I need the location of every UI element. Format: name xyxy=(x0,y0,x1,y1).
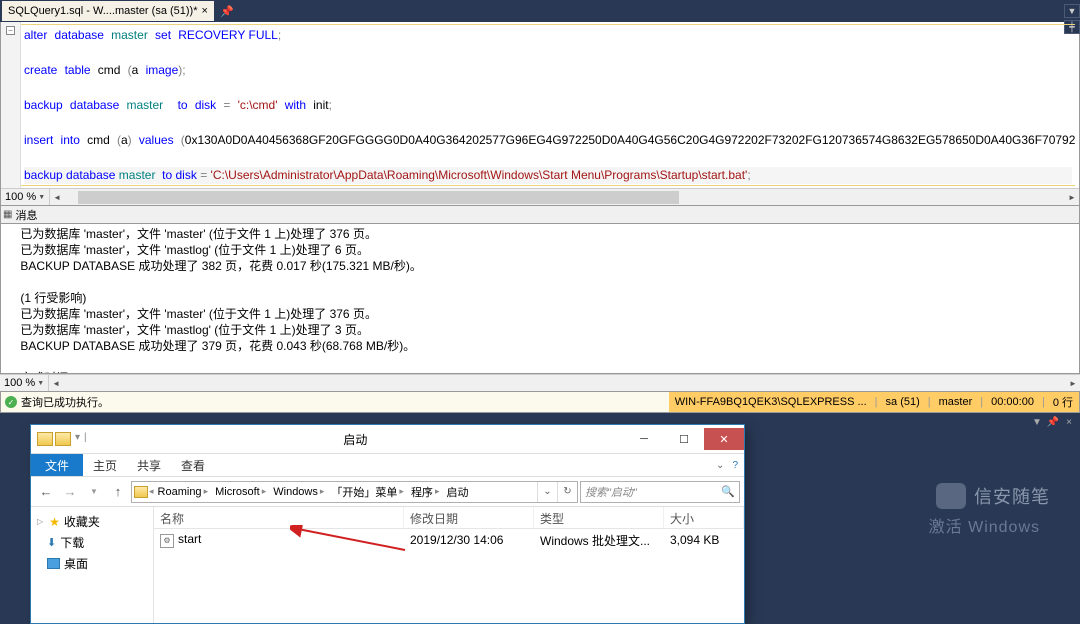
pin-icon[interactable]: 📌 xyxy=(220,5,234,18)
pin-icon[interactable]: 📌 xyxy=(1046,415,1060,429)
minimize-button[interactable]: ─ xyxy=(624,428,664,450)
window-title: 启动 xyxy=(87,431,624,448)
sidebar-desktop[interactable]: 桌面 xyxy=(33,553,151,574)
code-gutter: − xyxy=(1,22,21,188)
search-input[interactable]: 搜索"启动" 🔍 xyxy=(580,481,740,503)
star-icon: ★ xyxy=(49,515,60,529)
expand-ribbon-icon[interactable]: ⌄ xyxy=(716,460,724,471)
scroll-right-icon[interactable]: ► xyxy=(1065,190,1079,205)
scroll-left-icon[interactable]: ◄ xyxy=(49,376,63,391)
desktop-icon xyxy=(47,558,60,569)
maximize-button[interactable]: ☐ xyxy=(664,428,704,450)
close-icon[interactable]: × xyxy=(1062,415,1076,429)
ribbon: 文件 主页 共享 查看 ⌄? xyxy=(31,453,744,477)
annotation-arrow xyxy=(290,525,410,558)
scroll-right-icon[interactable]: ► xyxy=(1066,376,1080,391)
editor-hscroll: 100 %▼ ◄ ► xyxy=(1,188,1079,205)
file-explorer: ▾ | 启动 ─ ☐ ✕ 文件 主页 共享 查看 ⌄? ← → ▼ ↑ ◂ Ro… xyxy=(30,424,745,624)
folder-icon xyxy=(37,432,53,446)
close-icon[interactable]: × xyxy=(202,5,208,17)
success-icon: ✓ xyxy=(5,396,17,408)
file-type: Windows 批处理文... xyxy=(534,529,664,552)
search-placeholder: 搜索"启动" xyxy=(585,484,637,500)
col-size[interactable]: 大小 xyxy=(664,507,744,528)
activate-windows: 激活 Windows xyxy=(929,513,1040,537)
address-dropdown-icon[interactable]: ⌄ xyxy=(537,482,557,502)
watermark: 信安随笔 xyxy=(936,483,1050,509)
download-icon: ⬇ xyxy=(47,536,56,549)
search-icon[interactable]: 🔍 xyxy=(721,485,735,498)
close-button[interactable]: ✕ xyxy=(704,428,744,450)
forward-button[interactable]: → xyxy=(59,481,81,503)
refresh-icon[interactable]: ↻ xyxy=(557,482,577,502)
list-item[interactable]: ⚙start 2019/12/30 14:06 Windows 批处理文... … xyxy=(154,529,744,551)
column-headers: 名称 修改日期 类型 大小 xyxy=(154,507,744,529)
query-tab[interactable]: SQLQuery1.sql - W....master (sa (51))* × xyxy=(2,1,214,21)
file-list: 名称 修改日期 类型 大小 ⚙ start 2019/12/30 14:06 Wi… xyxy=(154,507,744,623)
col-date[interactable]: 修改日期 xyxy=(404,507,534,528)
ribbon-file[interactable]: 文件 xyxy=(31,454,83,476)
status-server: WIN-FFA9BQ1QEK3\SQLEXPRESS ... xyxy=(675,396,867,408)
zoom-control[interactable]: 100 %▼ xyxy=(1,189,50,205)
fold-icon[interactable]: − xyxy=(6,26,15,35)
back-button[interactable]: ← xyxy=(35,481,57,503)
col-type[interactable]: 类型 xyxy=(534,507,664,528)
batch-file-icon: ⚙ xyxy=(160,534,174,548)
recent-dropdown[interactable]: ▼ xyxy=(83,481,105,503)
scroll-track[interactable] xyxy=(63,376,1066,391)
nav-pane: ▷★收藏夹 ⬇下载 桌面 xyxy=(31,507,154,623)
messages-tab[interactable]: ▦ 消息 xyxy=(0,206,1080,224)
folder-icon[interactable] xyxy=(55,432,71,446)
help-icon[interactable]: ? xyxy=(732,460,738,471)
ribbon-share[interactable]: 共享 xyxy=(127,454,171,476)
status-rows: 0 行 xyxy=(1053,394,1073,410)
tab-title: SQLQuery1.sql - W....master (sa (51))* xyxy=(8,5,198,17)
ribbon-home[interactable]: 主页 xyxy=(83,454,127,476)
address-bar[interactable]: ◂ Roaming▸ Microsoft▸ Windows▸ 「开始」菜单▸ 程… xyxy=(131,481,578,503)
ssms-tab-bar: SQLQuery1.sql - W....master (sa (51))* ×… xyxy=(0,0,1080,22)
messages-hscroll: 100 %▼ ◄ ► xyxy=(0,374,1080,391)
status-user: sa (51) xyxy=(886,396,920,408)
messages-icon: ▦ xyxy=(3,209,12,220)
status-time: 00:00:00 xyxy=(991,396,1034,408)
explorer-titlebar[interactable]: ▾ | 启动 ─ ☐ ✕ xyxy=(31,425,744,453)
code-text[interactable]: alter database master set RECOVERY FULL;… xyxy=(21,24,1075,186)
sidebar-favorites[interactable]: ▷★收藏夹 xyxy=(33,511,151,532)
messages-output[interactable]: 已为数据库 'master'，文件 'master' (位于文件 1 上)处理了… xyxy=(0,224,1080,374)
status-db: master xyxy=(939,396,973,408)
nav-bar: ← → ▼ ↑ ◂ Roaming▸ Microsoft▸ Windows▸ 「… xyxy=(31,477,744,507)
up-button[interactable]: ↑ xyxy=(107,481,129,503)
file-name: start xyxy=(178,532,201,546)
scroll-thumb[interactable] xyxy=(78,191,679,204)
status-bar: ✓ 查询已成功执行。 WIN-FFA9BQ1QEK3\SQLEXPRESS ..… xyxy=(0,391,1080,413)
ribbon-view[interactable]: 查看 xyxy=(171,454,215,476)
file-date: 2019/12/30 14:06 xyxy=(404,530,534,550)
zoom-control-2[interactable]: 100 %▼ xyxy=(0,375,49,391)
scroll-track[interactable] xyxy=(64,190,1065,205)
scroll-left-icon[interactable]: ◄ xyxy=(50,190,64,205)
status-message: 查询已成功执行。 xyxy=(21,394,109,410)
dropdown-icon[interactable]: ▼ xyxy=(1064,4,1080,18)
dropdown-icon[interactable]: ▼ xyxy=(1030,415,1044,429)
wechat-icon xyxy=(936,483,966,509)
sql-editor: − alter database master set RECOVERY FUL… xyxy=(0,22,1080,206)
file-size: 3,094 KB xyxy=(664,530,744,550)
